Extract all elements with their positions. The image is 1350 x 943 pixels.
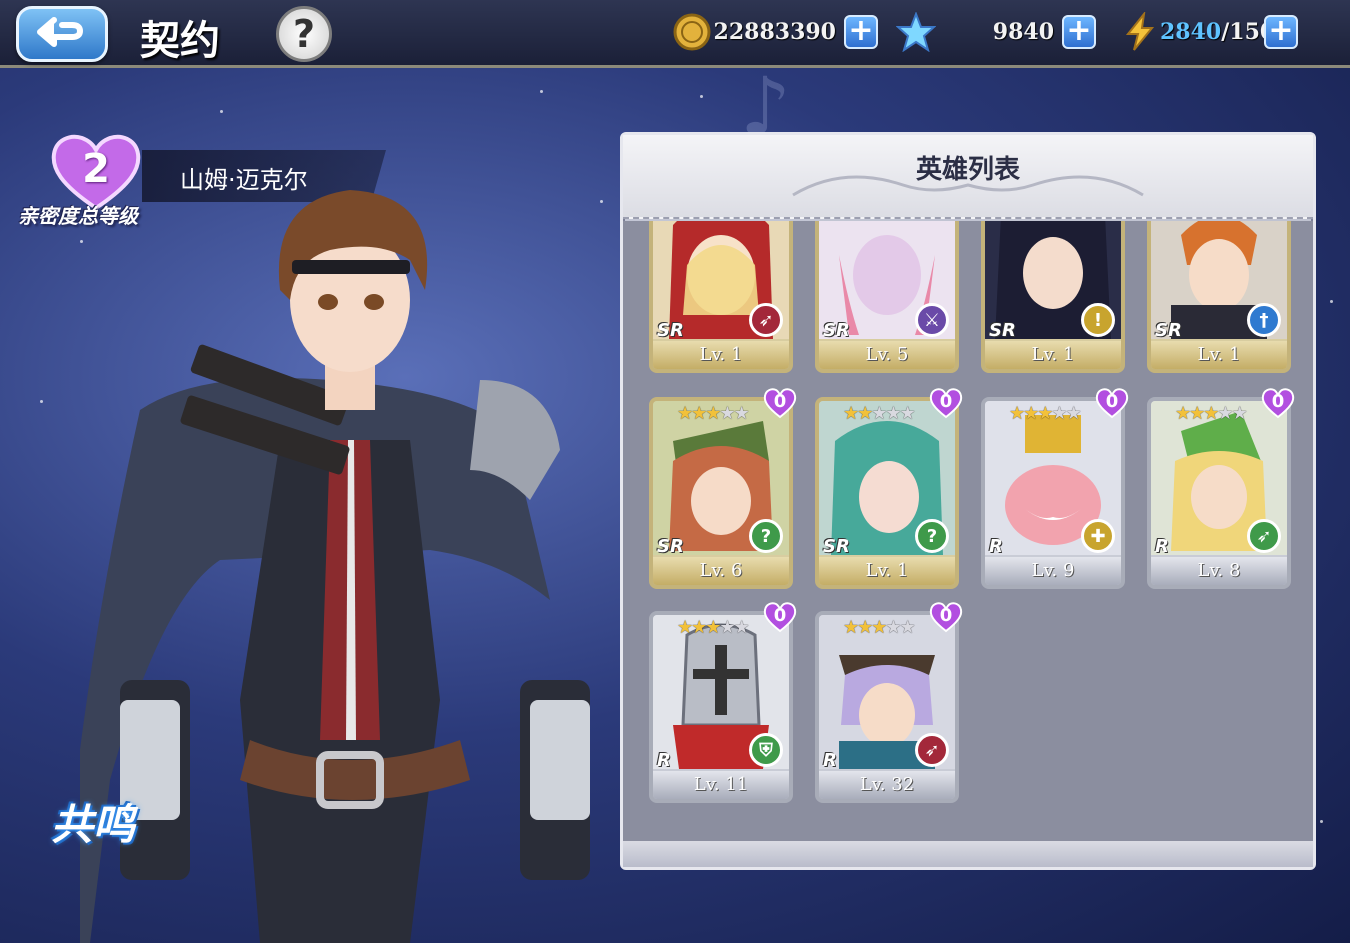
hero-grid: ➶ SR Lv. 1 ⚔ SR Lv. 5 ! SR Lv. 1 † SR Lv…: [623, 221, 1313, 841]
star-rating: ★★★★★: [677, 403, 750, 424]
panel-footer: [623, 841, 1313, 867]
hero-card[interactable]: ! SR Lv. 1: [981, 221, 1125, 373]
hero-card[interactable]: ★★★★★ ? SR Lv. 6: [649, 397, 793, 589]
star-rating: ★★★★★: [1175, 403, 1248, 424]
hero-card[interactable]: ⚔ SR Lv. 5: [815, 221, 959, 373]
level-label: Lv. 9: [985, 557, 1121, 585]
level-label: Lv. 5: [819, 341, 955, 369]
bow-class-icon: ➶: [1247, 519, 1281, 553]
dagger-class-icon: !: [1081, 303, 1115, 337]
crystal-resource: 9840 +: [896, 12, 1096, 52]
level-label: Lv. 6: [653, 557, 789, 585]
lightning-icon: [1120, 12, 1160, 52]
hero-list-panel: 英雄列表 ➶ SR Lv. 1 ⚔ SR Lv. 5 ! SR Lv. 1 † …: [620, 132, 1316, 870]
cross-class-icon: ✚: [1081, 519, 1115, 553]
rarity-label: SR: [1155, 320, 1182, 341]
mystic-class-icon: ?: [749, 519, 783, 553]
crystal-amount: 9840: [992, 19, 1054, 45]
back-arrow-icon: [37, 17, 83, 47]
level-label: Lv. 1: [985, 341, 1121, 369]
level-label: Lv. 1: [1151, 341, 1287, 369]
level-label: Lv. 1: [653, 341, 789, 369]
hero-card[interactable]: ★★★★★ ➶ R Lv. 8: [1147, 397, 1291, 589]
star-rating: ★★★★★: [843, 403, 916, 424]
bow-class-icon: ➶: [749, 303, 783, 337]
panel-title: 英雄列表: [915, 155, 1020, 185]
hero-card[interactable]: ★★★★★ ⛨ R Lv. 11: [649, 611, 793, 803]
rarity-label: R: [1155, 536, 1169, 557]
bow-class-icon: ➶: [915, 733, 949, 767]
hero-card[interactable]: † SR Lv. 1: [1147, 221, 1291, 373]
shield-class-icon: ⛨: [749, 733, 783, 767]
level-label: Lv. 11: [653, 771, 789, 799]
sword-class-icon: †: [1247, 303, 1281, 337]
gold-resource: 22883390 +: [672, 12, 878, 52]
star-rating: ★★★★★: [843, 617, 916, 638]
energy-resource: 2840/150 +: [1120, 12, 1298, 52]
level-label: Lv. 8: [1151, 557, 1287, 585]
hero-character-art: [80, 190, 590, 943]
page-title: 契约: [140, 17, 220, 64]
affinity-count: 0: [773, 605, 787, 626]
star-rating: ★★★★★: [677, 617, 750, 638]
affinity-count: 0: [1105, 391, 1119, 412]
level-label: Lv. 1: [819, 557, 955, 585]
affinity-count: 0: [1271, 391, 1285, 412]
star-rating: ★★★★★: [1009, 403, 1082, 424]
rarity-label: SR: [657, 536, 684, 557]
rarity-label: R: [989, 536, 1003, 557]
energy-current: 2840: [1160, 19, 1222, 45]
affinity-count: 0: [773, 391, 787, 412]
crystal-star-icon: [896, 12, 936, 52]
gold-coin-icon: [672, 12, 712, 52]
top-bar: 契约 ? 22883390 + 9840 + 2840/150 +: [0, 0, 1350, 68]
add-energy-button[interactable]: +: [1264, 15, 1298, 49]
rarity-label: SR: [823, 536, 850, 557]
rarity-label: SR: [823, 320, 850, 341]
resonance-label: 共鸣: [50, 799, 135, 849]
affinity-count: 0: [939, 605, 953, 626]
hero-card[interactable]: ★★★★★ ✚ R Lv. 9: [981, 397, 1125, 589]
back-button[interactable]: [16, 6, 108, 62]
level-label: Lv. 32: [819, 771, 955, 799]
rarity-label: SR: [657, 320, 684, 341]
hero-card[interactable]: ★★★★★ ➶ R Lv. 32: [815, 611, 959, 803]
rarity-label: R: [823, 750, 837, 771]
rarity-label: SR: [989, 320, 1016, 341]
resonance-button[interactable]: 共鸣: [34, 782, 152, 860]
sword-class-icon: ⚔: [915, 303, 949, 337]
panel-header: 英雄列表: [623, 135, 1313, 219]
rarity-label: R: [657, 750, 671, 771]
help-button[interactable]: ?: [276, 6, 332, 62]
mystic-class-icon: ?: [915, 519, 949, 553]
energy-amount: 2840/150: [1160, 19, 1275, 45]
add-gold-button[interactable]: +: [844, 15, 878, 49]
hero-card[interactable]: ★★★★★ ? SR Lv. 1: [815, 397, 959, 589]
gold-amount: 22883390: [713, 19, 836, 45]
add-crystal-button[interactable]: +: [1062, 15, 1096, 49]
affinity-count: 0: [939, 391, 953, 412]
hero-card[interactable]: ➶ SR Lv. 1: [649, 221, 793, 373]
